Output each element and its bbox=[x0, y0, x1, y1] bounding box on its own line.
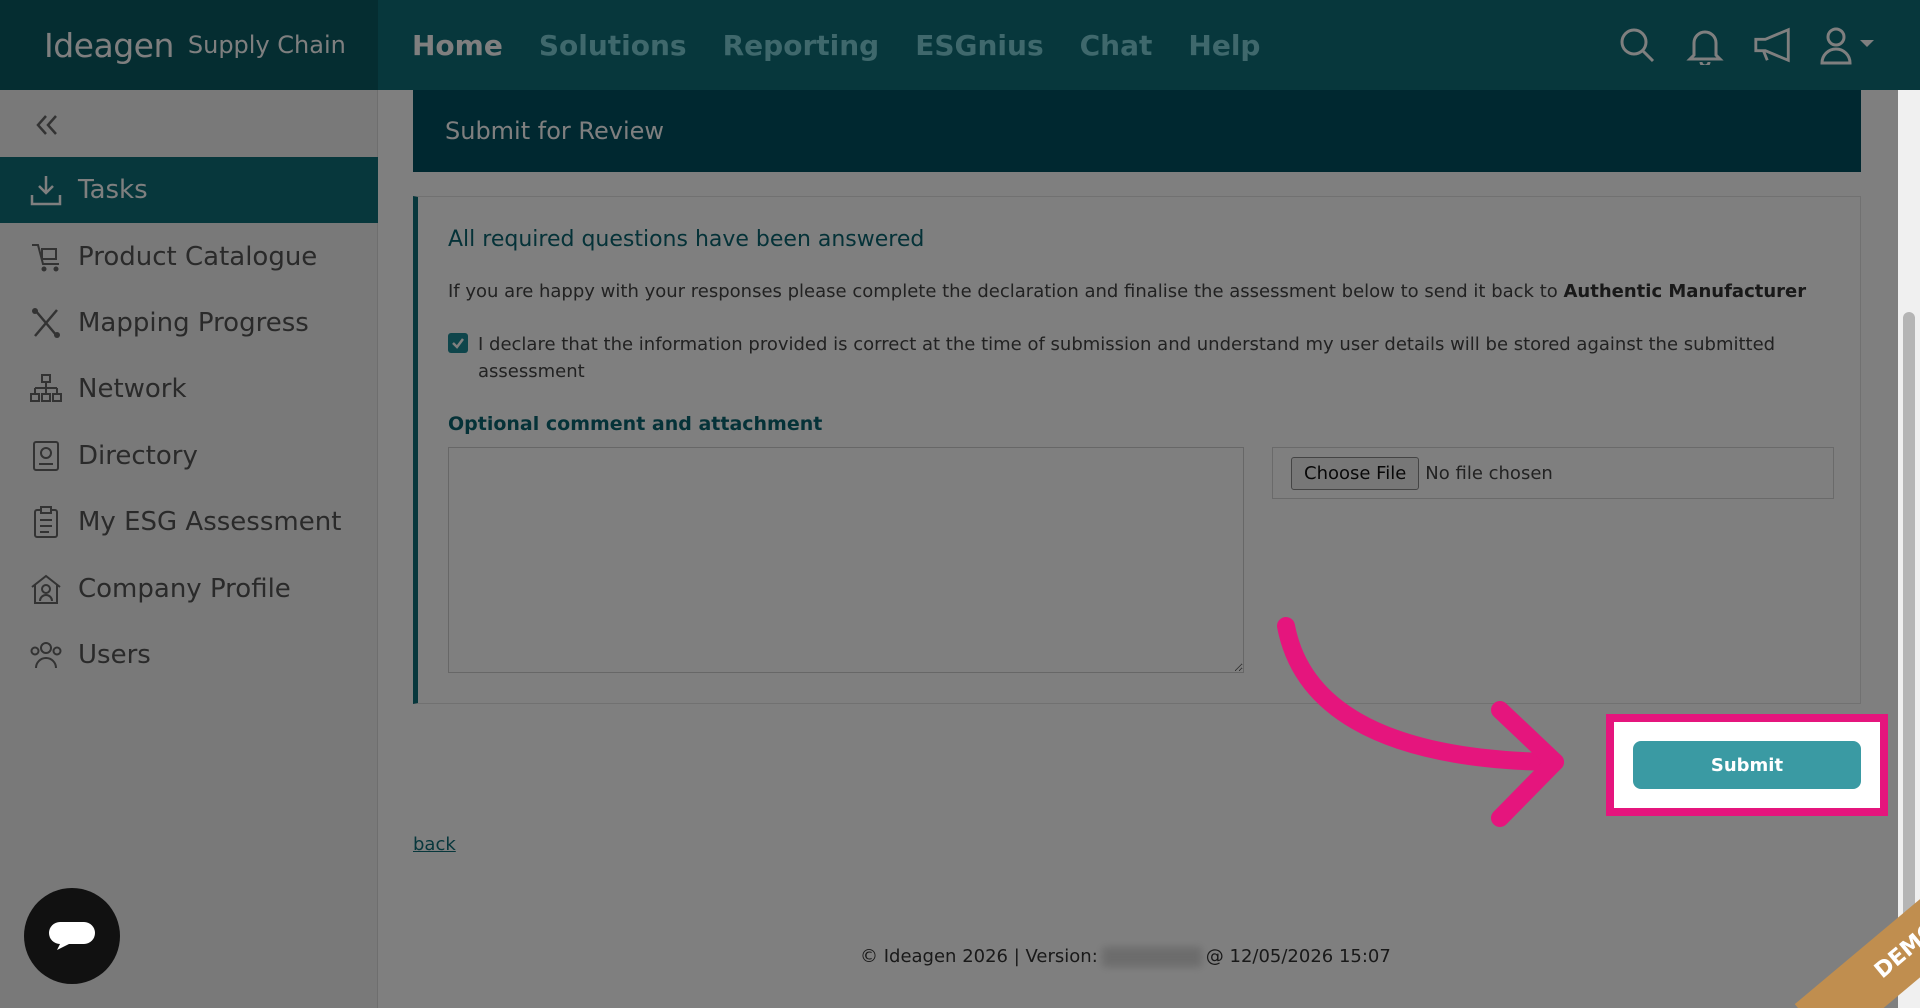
description-text: If you are happy with your responses ple… bbox=[448, 281, 1558, 302]
sidebar-item-label: Directory bbox=[78, 440, 198, 471]
bell-icon[interactable] bbox=[1684, 24, 1726, 66]
main-nav: Home Solutions Reporting ESGnius Chat He… bbox=[412, 0, 1260, 90]
submission-card: All required questions have been answere… bbox=[413, 196, 1861, 704]
sidebar-item-my-esg-assessment[interactable]: My ESG Assessment bbox=[0, 489, 378, 555]
download-tray-icon bbox=[28, 172, 64, 208]
footer: © Ideagen 2026 | Version: @ 12/05/2026 15… bbox=[860, 946, 1391, 967]
nav-solutions[interactable]: Solutions bbox=[539, 29, 687, 62]
network-icon bbox=[28, 371, 64, 407]
nav-help[interactable]: Help bbox=[1188, 29, 1260, 62]
sidebar-item-label: Network bbox=[78, 374, 187, 405]
card-description: If you are happy with your responses ple… bbox=[448, 281, 1806, 302]
page-title: Submit for Review bbox=[445, 117, 665, 145]
footer-copyright: © Ideagen 2026 | Version: bbox=[860, 946, 1098, 967]
collapse-sidebar-icon[interactable] bbox=[30, 108, 64, 142]
sidebar-item-network[interactable]: Network bbox=[0, 356, 378, 422]
file-upload: Choose File No file chosen bbox=[1272, 447, 1834, 499]
sidebar-item-directory[interactable]: Directory bbox=[0, 423, 378, 489]
clipboard-icon bbox=[28, 504, 64, 540]
nav-esgnius[interactable]: ESGnius bbox=[915, 29, 1043, 62]
optional-comment-label: Optional comment and attachment bbox=[448, 413, 823, 435]
nav-home[interactable]: Home bbox=[412, 29, 503, 62]
user-icon[interactable] bbox=[1820, 24, 1880, 66]
users-icon bbox=[28, 637, 64, 673]
declaration-checkbox[interactable] bbox=[448, 333, 468, 353]
demo-label: DEMO bbox=[1794, 880, 1920, 1008]
sidebar-item-company-profile[interactable]: Company Profile bbox=[0, 555, 378, 621]
back-link[interactable]: back bbox=[413, 834, 456, 855]
directory-icon bbox=[28, 438, 64, 474]
file-status: No file chosen bbox=[1425, 462, 1553, 484]
sidebar-menu: Tasks Product Catalogue Mapping Progress… bbox=[0, 157, 378, 688]
sidebar-item-label: Product Catalogue bbox=[78, 241, 318, 272]
sidebar-item-tasks[interactable]: Tasks bbox=[0, 157, 378, 224]
submit-highlight: Submit bbox=[1606, 714, 1888, 816]
scrollbar[interactable] bbox=[1898, 90, 1920, 1008]
nav-chat[interactable]: Chat bbox=[1080, 29, 1153, 62]
sidebar-item-label: Users bbox=[78, 639, 151, 670]
search-icon[interactable] bbox=[1616, 24, 1658, 66]
megaphone-icon[interactable] bbox=[1752, 24, 1794, 66]
recipient-name: Authentic Manufacturer bbox=[1563, 281, 1807, 302]
panel-header: Submit for Review bbox=[413, 90, 1861, 172]
scrollbar-thumb[interactable] bbox=[1903, 312, 1915, 962]
demo-ribbon: DEMO bbox=[1746, 880, 1920, 1008]
choose-file-button[interactable]: Choose File bbox=[1291, 456, 1420, 490]
company-icon bbox=[28, 571, 64, 607]
chat-icon bbox=[49, 922, 95, 950]
sidebar-item-label: Company Profile bbox=[78, 573, 291, 604]
logo[interactable]: Ideagen Supply Chain bbox=[0, 0, 378, 90]
mapping-icon bbox=[28, 305, 64, 341]
chat-widget-button[interactable] bbox=[24, 888, 120, 984]
card-title: All required questions have been answere… bbox=[448, 227, 925, 252]
sidebar: Tasks Product Catalogue Mapping Progress… bbox=[0, 90, 378, 1008]
sidebar-item-product-catalogue[interactable]: Product Catalogue bbox=[0, 223, 378, 289]
logo-product: Supply Chain bbox=[187, 31, 346, 59]
sidebar-item-label: Mapping Progress bbox=[78, 307, 309, 338]
nav-reporting[interactable]: Reporting bbox=[723, 29, 880, 62]
sidebar-item-label: My ESG Assessment bbox=[78, 507, 342, 538]
top-icons bbox=[1616, 0, 1880, 90]
submit-button[interactable]: Submit bbox=[1633, 741, 1861, 789]
sidebar-item-users[interactable]: Users bbox=[0, 622, 378, 688]
top-navigation-bar: Ideagen Supply Chain Home Solutions Repo… bbox=[0, 0, 1920, 90]
logo-brand: Ideagen bbox=[44, 25, 174, 65]
pointer-arrow-icon bbox=[1277, 617, 1564, 827]
declaration: I declare that the information provided … bbox=[448, 331, 1828, 385]
sidebar-item-mapping-progress[interactable]: Mapping Progress bbox=[0, 290, 378, 356]
comment-textarea[interactable] bbox=[448, 447, 1244, 673]
declaration-text: I declare that the information provided … bbox=[478, 334, 1776, 382]
sidebar-item-label: Tasks bbox=[78, 175, 148, 206]
footer-datetime: @ 12/05/2026 15:07 bbox=[1205, 946, 1391, 967]
cart-icon bbox=[28, 239, 64, 275]
redacted-version bbox=[1101, 947, 1202, 967]
